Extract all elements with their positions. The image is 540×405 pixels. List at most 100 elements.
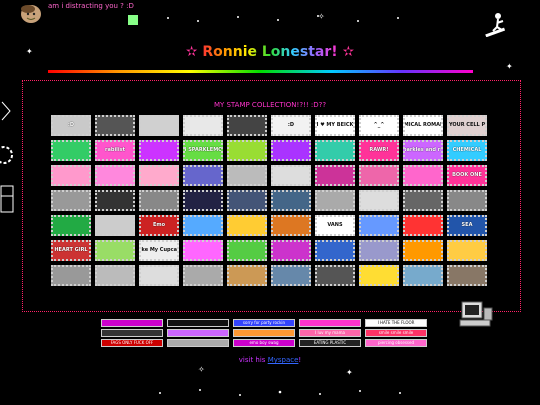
- stamp-item: [227, 265, 267, 286]
- stamp-item: [359, 190, 399, 211]
- stamp-item: [227, 115, 267, 136]
- blinkie-badge: EATING PLASTIC: [299, 339, 361, 347]
- stamp-item: [315, 265, 355, 286]
- stamp-item: I ♥ MY BEICK: [315, 115, 355, 136]
- sparkle-icon: ✦: [346, 368, 353, 377]
- stamp-item: [51, 215, 91, 236]
- stamp-item: [227, 240, 267, 261]
- blinkie-badge: I luv my mama: [299, 329, 361, 337]
- stamp-item: [139, 190, 179, 211]
- stamp-item: [359, 265, 399, 286]
- visit-line: visit his Myspace!: [238, 356, 302, 364]
- blinkie-badge: [167, 329, 229, 337]
- stamp-label: :D: [67, 122, 75, 128]
- computer-icon: [459, 301, 493, 327]
- page-title: ✫ Ronnie Lonestar! ✫: [185, 44, 355, 60]
- left-doodle-icon: [0, 185, 14, 213]
- blinkie-text: smile smile smile: [378, 330, 414, 335]
- stamp-item: [227, 140, 267, 161]
- stamp-grid: :D :D I ♥ MY BEICK ^_^ MY CHEMICAL ROMANCE F…: [51, 115, 489, 286]
- glitter-decoration: [128, 15, 399, 25]
- glitter-decoration: [159, 389, 401, 396]
- stamp-item: [271, 265, 311, 286]
- stamp-item: [139, 115, 179, 136]
- blinkie-badge: FAGS ONLY FUCK OFF: [101, 339, 163, 347]
- stamp-item: [95, 165, 135, 186]
- blinkie-grid: sorry for party rockin I HATE THE FLOOR I …: [101, 319, 431, 347]
- stamp-item: [95, 215, 135, 236]
- stamp-item: [95, 265, 135, 286]
- stamp-item: [51, 190, 91, 211]
- stamp-item: [183, 190, 223, 211]
- stamp-item: LOVE YOUR CELL PHONE: [447, 115, 487, 136]
- stamp-item: [271, 190, 311, 211]
- sparkle-icon: ✧: [198, 365, 205, 374]
- stamp-item: [271, 140, 311, 161]
- stamp-item: [227, 190, 267, 211]
- stamp-item: [315, 190, 355, 211]
- sparkle-icon: ✦: [506, 62, 513, 71]
- stamp-label: rabilist: [105, 147, 125, 153]
- stamp-item: Emo: [139, 215, 179, 236]
- stamp-item: [315, 165, 355, 186]
- stamp-label: I ♥ MY BEICK: [316, 122, 354, 128]
- gear-icon: [0, 146, 13, 164]
- stamp-item: bleed sparkles and rainbows: [403, 140, 443, 161]
- blinkie-badge: piercing obsessed: [365, 339, 427, 347]
- sparkle-icon: ✧: [318, 12, 325, 21]
- stamp-label: :D: [287, 122, 295, 128]
- blinkie-text: piercing obsessed: [377, 340, 415, 345]
- stamp-label: VANS: [327, 222, 343, 228]
- stamp-item: rabilist: [95, 140, 135, 161]
- blinkie-text: sorry for party rockin: [242, 320, 286, 325]
- stamp-label: MY CHEMICAL ROMANCE FAN: [403, 122, 441, 128]
- stamp-item: [139, 140, 179, 161]
- stamp-item: [51, 165, 91, 186]
- blinkie-text: FAGS ONLY FUCK OFF: [110, 340, 154, 345]
- stamp-item: [183, 215, 223, 236]
- stamp-collection-heading: MY STAMP COLLECTION!?!! :D??: [213, 101, 327, 109]
- stamp-item: :D: [51, 115, 91, 136]
- stamp-label: Emo: [152, 222, 166, 228]
- myspace-link[interactable]: Myspace: [268, 356, 299, 364]
- stamp-label: BOOK ONE: [452, 172, 482, 178]
- stamp-item: HEART GIRL: [51, 240, 91, 261]
- stamp-item: [95, 190, 135, 211]
- stamp-item: [227, 215, 267, 236]
- stamp-label: I <3 SPARKLEMOOD: [183, 147, 223, 153]
- blinkie-badge: I HATE THE FLOOR: [365, 319, 427, 327]
- stamp-item: [403, 240, 443, 261]
- stamp-item: [183, 165, 223, 186]
- stamp-item: [447, 265, 487, 286]
- blinkie-badge: sorry for party rockin: [233, 319, 295, 327]
- blinkie-text: I HATE THE FLOOR: [377, 320, 415, 325]
- stamp-item: [227, 165, 267, 186]
- stamp-item: [403, 190, 443, 211]
- stamp-item: [139, 265, 179, 286]
- rainbow-divider: [48, 70, 473, 73]
- stamp-label: I like My Cupcake: [139, 247, 177, 253]
- blinkie-badge: [299, 319, 361, 327]
- blinkie-badge: [101, 329, 163, 337]
- stamp-item: ^_^: [359, 115, 399, 136]
- avatar-image: [21, 5, 41, 23]
- stamp-item: CHEMICAL: [447, 140, 487, 161]
- stamp-item: [359, 215, 399, 236]
- blinkie-badge: emo boy swag: [233, 339, 295, 347]
- blinkie-badge: [167, 339, 229, 347]
- blinkie-text: I luv my mama: [315, 330, 345, 335]
- stamp-item: [403, 165, 443, 186]
- stamp-item: [139, 165, 179, 186]
- stamp-label: bleed sparkles and rainbows: [403, 147, 443, 153]
- stamp-item: [315, 140, 355, 161]
- stamp-label: CHEMICAL: [452, 147, 482, 153]
- stamp-item: I <3 SPARKLEMOOD: [183, 140, 223, 161]
- stamp-item: BOOK ONE: [447, 165, 487, 186]
- blinkie-text: emo boy swag: [249, 340, 279, 345]
- stamp-item: MY CHEMICAL ROMANCE FAN: [403, 115, 443, 136]
- blinkie-text: EATING PLASTIC: [313, 340, 347, 345]
- blinkie-badge: [167, 319, 229, 327]
- blinkie-badge: [101, 319, 163, 327]
- stamp-item: VANS: [315, 215, 355, 236]
- stamp-item: [271, 215, 311, 236]
